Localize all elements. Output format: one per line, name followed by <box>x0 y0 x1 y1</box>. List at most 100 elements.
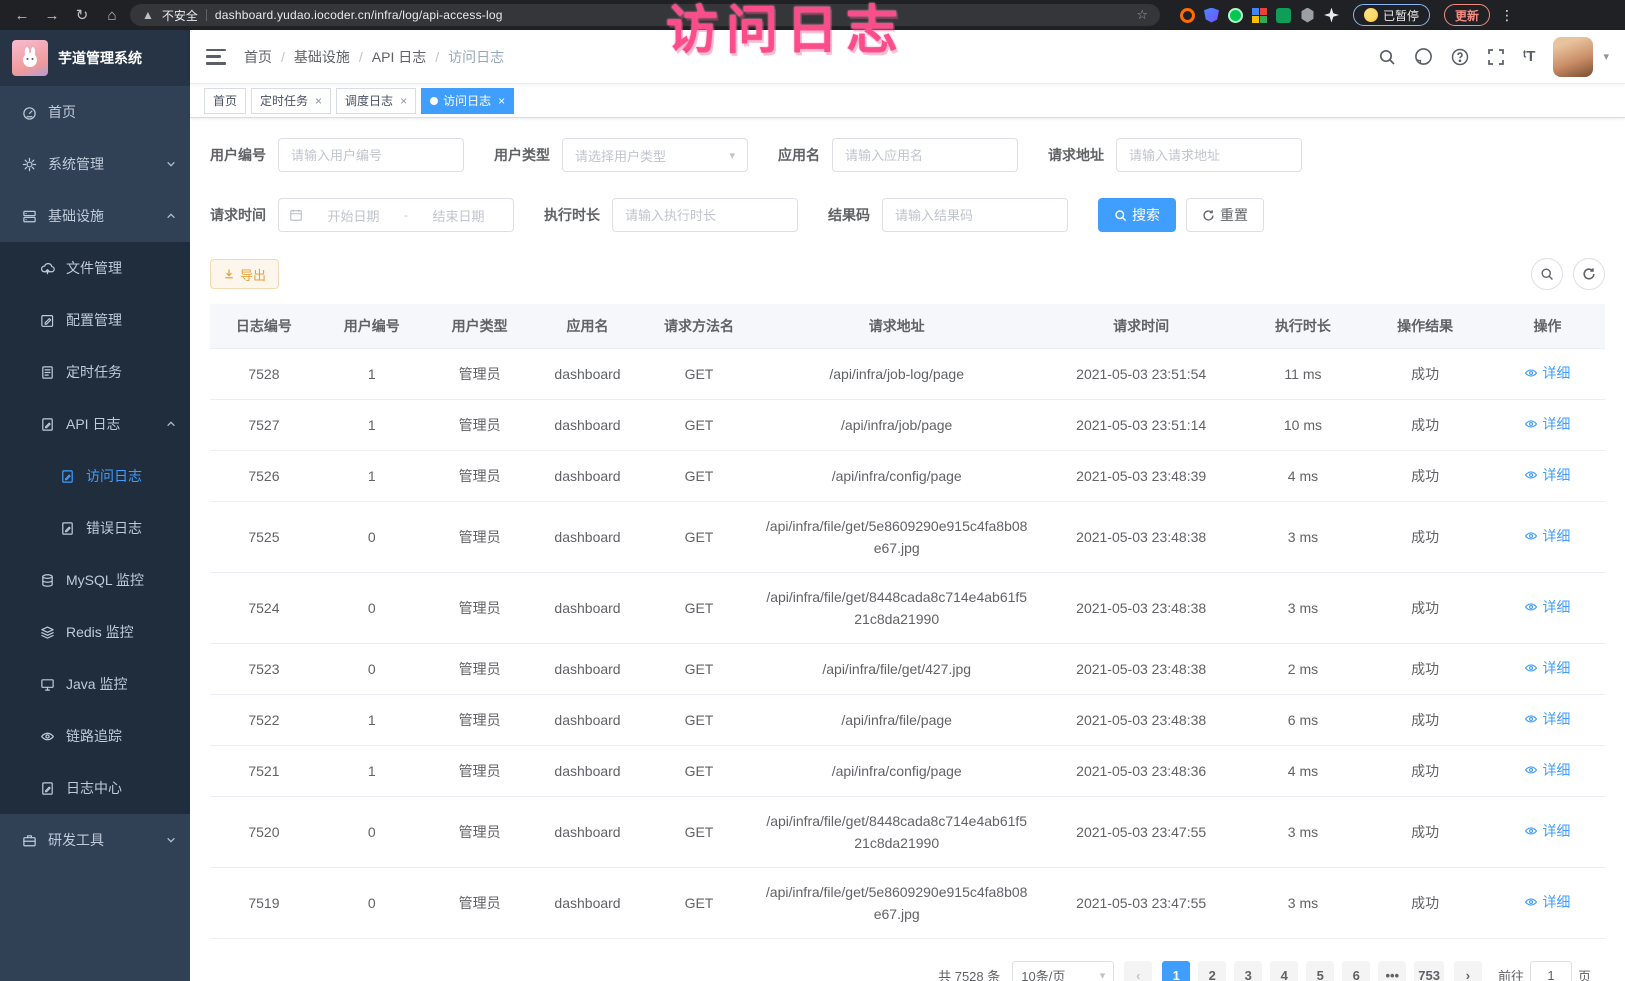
next-page-button[interactable]: › <box>1454 961 1482 981</box>
tag-item[interactable]: 调度日志× <box>336 88 416 114</box>
page-size-select[interactable]: 10条/页 ▾ <box>1012 961 1114 981</box>
sidebar-item-infra[interactable]: 基础设施 <box>0 190 190 242</box>
page-button[interactable]: 5 <box>1306 961 1334 981</box>
cell-result: 成功 <box>1360 502 1489 573</box>
extension-icon[interactable] <box>1204 8 1219 23</box>
sidebar-item-config[interactable]: 配置管理 <box>0 294 190 346</box>
reload-icon[interactable]: ↻ <box>70 6 94 24</box>
cloud-icon <box>40 261 56 276</box>
forward-icon[interactable]: → <box>40 7 64 24</box>
breadcrumb-item[interactable]: API 日志 <box>372 47 426 67</box>
bookmark-star-icon[interactable]: ☆ <box>1136 7 1148 23</box>
eye-icon <box>40 729 56 744</box>
sidebar-item-job[interactable]: 定时任务 <box>0 346 190 398</box>
close-icon[interactable]: × <box>315 94 322 108</box>
toggle-search-icon[interactable] <box>1531 258 1563 290</box>
detail-link[interactable]: 详细 <box>1524 657 1570 679</box>
detail-link[interactable]: 详细 <box>1524 525 1570 547</box>
page-button[interactable]: 1 <box>1162 961 1190 981</box>
tag-active[interactable]: 访问日志× <box>421 88 514 114</box>
search-icon[interactable] <box>1378 48 1396 66</box>
page-button[interactable]: 6 <box>1342 961 1370 981</box>
extension-icon[interactable] <box>1276 8 1291 23</box>
back-icon[interactable]: ← <box>10 7 34 24</box>
sidebar-item-access-log[interactable]: 访问日志 <box>0 450 190 502</box>
sidebar-item-api-log[interactable]: API 日志 <box>0 398 190 450</box>
hamburger-icon[interactable] <box>206 49 226 65</box>
sidebar-item-error-log[interactable]: 错误日志 <box>0 502 190 554</box>
page-button[interactable]: 3 <box>1234 961 1262 981</box>
tag-label: 定时任务 <box>260 92 308 109</box>
app-logo-row[interactable]: 芋道管理系统 <box>0 30 190 86</box>
reset-button[interactable]: 重置 <box>1186 198 1264 232</box>
detail-link[interactable]: 详细 <box>1524 464 1570 486</box>
briefcase-icon <box>22 833 38 848</box>
duration-input[interactable] <box>625 208 785 223</box>
docs-help-icon[interactable] <box>1451 48 1469 66</box>
tag-item[interactable]: 首页 <box>204 88 246 114</box>
detail-link[interactable]: 详细 <box>1524 362 1570 384</box>
home-icon[interactable]: ⌂ <box>100 7 124 24</box>
request-url-input[interactable] <box>1129 148 1289 163</box>
tag-item[interactable]: 定时任务 × <box>251 88 331 114</box>
pagination: 共 7528 条 10条/页 ▾ ‹ 123456•••753 › 前往 页 <box>210 961 1591 981</box>
sidebar-item-dev-tools[interactable]: 研发工具 <box>0 814 190 866</box>
close-icon[interactable]: × <box>400 94 407 108</box>
sidebar-item-trace[interactable]: 链路追踪 <box>0 710 190 762</box>
puzzle-icon[interactable] <box>1324 8 1339 23</box>
breadcrumb-item[interactable]: 首页 <box>244 47 272 67</box>
detail-link[interactable]: 详细 <box>1524 820 1570 842</box>
extension-icon[interactable] <box>1252 8 1267 23</box>
detail-link[interactable]: 详细 <box>1524 891 1570 913</box>
app-name-input[interactable] <box>845 148 1005 163</box>
fullscreen-icon[interactable] <box>1487 48 1505 66</box>
user-type-select[interactable]: 请选择用户类型 ▾ <box>562 138 748 172</box>
sidebar-item-system[interactable]: 系统管理 <box>0 138 190 190</box>
export-button[interactable]: 导出 <box>210 259 279 289</box>
browser-profile-chip[interactable]: 已暂停 <box>1353 4 1430 26</box>
date-range-picker[interactable]: 开始日期 - 结束日期 <box>278 198 514 232</box>
detail-label: 详细 <box>1542 891 1570 913</box>
sidebar-item-mysql[interactable]: MySQL 监控 <box>0 554 190 606</box>
search-button[interactable]: 搜索 <box>1098 198 1176 232</box>
page-button[interactable]: 4 <box>1270 961 1298 981</box>
sidebar-item-log-center[interactable]: 日志中心 <box>0 762 190 814</box>
browser-update-button[interactable]: 更新 <box>1444 4 1490 26</box>
extension-icon[interactable] <box>1180 8 1195 23</box>
cell-url: /api/infra/file/get/5e8609290e915c4fa8b0… <box>756 502 1036 573</box>
detail-link[interactable]: 详细 <box>1524 596 1570 618</box>
sidebar-item-file[interactable]: 文件管理 <box>0 242 190 294</box>
sidebar-item-redis[interactable]: Redis 监控 <box>0 606 190 658</box>
font-size-icon[interactable]: ᵗT <box>1523 48 1535 65</box>
browser-menu-icon[interactable]: ⋮ <box>1500 7 1514 24</box>
address-bar[interactable]: ▲ 不安全 dashboard.yudao.iocoder.cn/infra/l… <box>130 4 1160 26</box>
goto-page-input[interactable] <box>1530 961 1572 981</box>
user-avatar[interactable] <box>1553 37 1593 77</box>
github-icon[interactable] <box>1414 47 1433 66</box>
sidebar-item-home[interactable]: 首页 <box>0 86 190 138</box>
detail-link[interactable]: 详细 <box>1524 759 1570 781</box>
page-button[interactable]: 2 <box>1198 961 1226 981</box>
address-divider <box>206 9 207 21</box>
result-code-input[interactable] <box>895 208 1055 223</box>
avatar-caret-icon[interactable]: ▾ <box>1603 50 1609 63</box>
prev-page-button[interactable]: ‹ <box>1124 961 1152 981</box>
cell-actions: 详细 <box>1490 573 1605 644</box>
page-button[interactable]: 753 <box>1414 961 1444 981</box>
more-pages-icon[interactable]: ••• <box>1378 961 1406 981</box>
extension-icon[interactable] <box>1228 8 1243 23</box>
close-icon[interactable]: × <box>498 94 505 108</box>
calendar-icon <box>289 208 303 222</box>
refresh-icon[interactable] <box>1573 258 1605 290</box>
cell-user_type: 管理员 <box>426 695 534 746</box>
cell-user_id: 0 <box>318 868 426 939</box>
extension-icon[interactable] <box>1300 8 1315 23</box>
sidebar-item-java[interactable]: Java 监控 <box>0 658 190 710</box>
navbar-actions: ᵗT ▾ <box>1378 37 1609 77</box>
breadcrumb-item[interactable]: 基础设施 <box>294 47 350 67</box>
user-id-input[interactable] <box>291 148 451 163</box>
filter-label: 请求时间 <box>210 205 278 225</box>
detail-link[interactable]: 详细 <box>1524 413 1570 435</box>
db-icon <box>40 573 56 588</box>
detail-link[interactable]: 详细 <box>1524 708 1570 730</box>
